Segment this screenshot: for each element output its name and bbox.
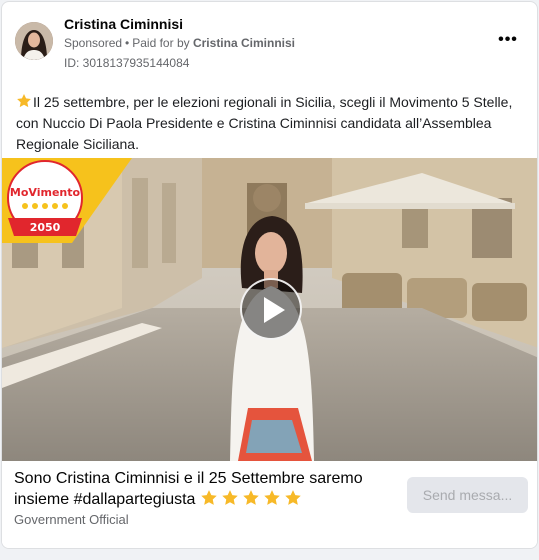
star-emoji-icon [17,94,31,108]
star-rating [200,489,305,513]
star-icon [285,490,301,505]
play-icon [264,297,285,323]
star-icon [243,490,259,505]
star-icon [222,490,238,505]
ad-footer: Sono Cristina Ciminnisi e il 25 Settembr… [2,461,537,548]
sponsored-label: Sponsored [64,36,123,50]
send-message-button[interactable]: Send messa... [407,477,528,513]
ad-headline: Sono Cristina Ciminnisi e il 25 Settembr… [14,468,394,513]
post-header: Cristina Ciminnisi Sponsored • Paid for by… [2,2,537,82]
paid-for-by-label: Paid for by [132,36,190,50]
ad-headline-text: Sono Cristina Ciminnisi e il 25 Settembr… [14,470,363,508]
paid-for-by-name: Cristina Ciminnisi [192,36,295,50]
meta-separator: • [125,36,130,50]
star-icon [201,490,217,505]
more-options-icon[interactable]: ••• [494,30,522,54]
advertiser-name[interactable]: Cristina Ciminnisi [64,16,183,32]
sponsored-meta: Sponsored • Paid for by Cristina Ciminnisi [64,36,295,50]
post-text: Il 25 settembre, per le elezioni regiona… [16,92,526,155]
logo-year: 2050 [30,221,61,234]
post-text-content: Il 25 settembre, per le elezioni regiona… [16,94,513,152]
sponsored-post-card: Cristina Ciminnisi Sponsored • Paid for by… [1,1,538,549]
avatar[interactable] [15,22,53,60]
ad-category: Government Official [14,512,129,527]
play-button[interactable] [240,278,302,340]
logo-wordmark: MoVimento [10,186,81,199]
star-icon [264,490,280,505]
ad-id: ID: 3018137935144084 [64,56,190,70]
